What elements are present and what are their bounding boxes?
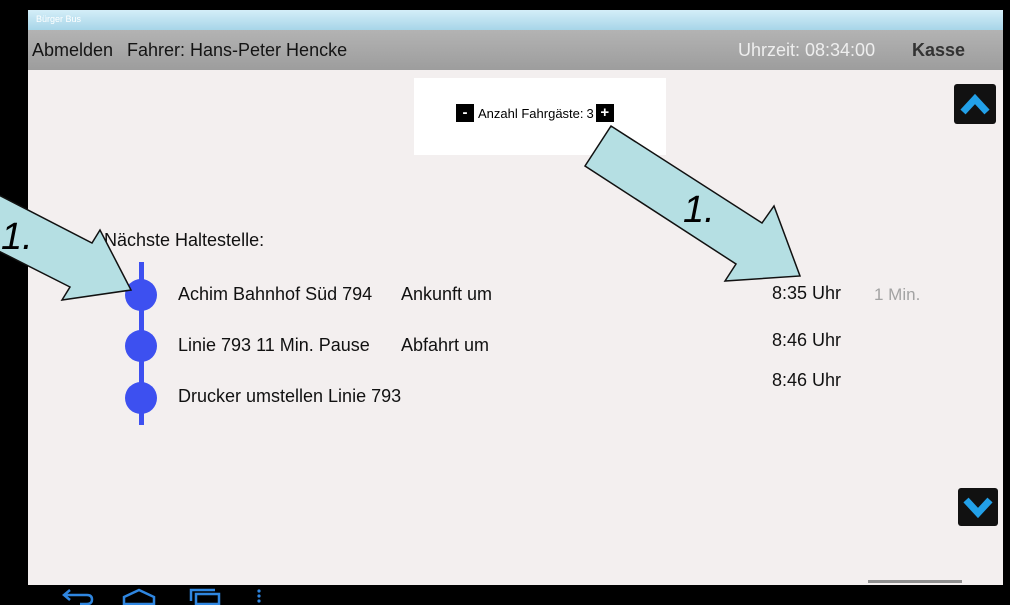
stop-time: 8:46 Uhr: [772, 370, 842, 390]
scroll-down-button[interactable]: [958, 488, 998, 526]
passenger-count-value: 3: [586, 105, 594, 121]
stop-marker: [125, 279, 157, 311]
recent-apps-icon[interactable]: [187, 588, 223, 605]
stop-action: Abfahrt um: [401, 335, 490, 355]
increment-passengers-button[interactable]: +: [595, 104, 614, 122]
back-icon[interactable]: [60, 587, 96, 605]
passenger-counter: - Anzahl Fahrgäste: 3 +: [456, 104, 614, 122]
stop-time: 8:46 Uhr: [772, 330, 842, 350]
home-icon[interactable]: [121, 588, 157, 605]
decrement-passengers-button[interactable]: -: [456, 104, 474, 122]
stop-name: Linie 793 11 Min. Pause: [178, 335, 370, 355]
next-stop-heading: Nächste Haltestelle:: [104, 230, 265, 250]
passenger-count-label: Anzahl Fahrgäste:: [478, 105, 584, 121]
stop-marker: [125, 330, 157, 362]
stop-name: Drucker umstellen Linie 793: [178, 386, 402, 406]
tablet-frame: Bürger Bus Abmelden Fahrer: Hans-Peter H…: [0, 0, 1010, 605]
clock: Uhrzeit: 08:34:00: [738, 40, 876, 60]
driver-name: Fahrer: Hans-Peter Hencke: [127, 40, 348, 60]
chevron-down-icon: [963, 497, 993, 519]
app-title: Bürger Bus: [36, 14, 82, 24]
cashier-button[interactable]: Kasse: [912, 39, 965, 61]
stop-time: 8:35 Uhr: [772, 283, 842, 303]
nav-handle: [868, 580, 962, 583]
stop-marker: [125, 382, 157, 414]
stop-countdown: 1 Min.: [874, 285, 921, 304]
menu-icon[interactable]: [255, 588, 263, 604]
title-bar: [28, 10, 1003, 30]
stop-name: Achim Bahnhof Süd 794: [178, 284, 373, 304]
scroll-up-button[interactable]: [954, 84, 996, 124]
stop-action: Ankunft um: [401, 284, 493, 304]
logout-button[interactable]: Abmelden: [32, 39, 113, 61]
chevron-up-icon: [960, 93, 990, 115]
